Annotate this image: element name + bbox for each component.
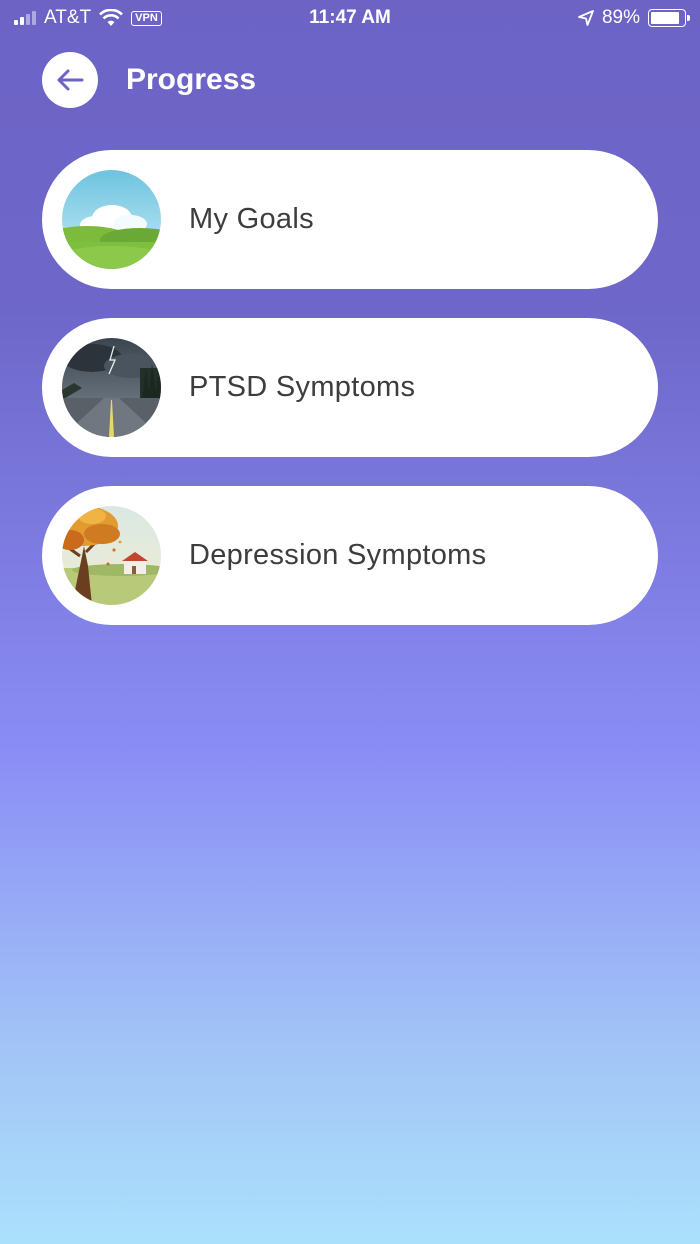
stormy-road-image <box>62 338 161 437</box>
status-bar: AT&T VPN 11:47 AM 89% <box>0 0 700 36</box>
ptsd-symptoms-card[interactable]: PTSD Symptoms <box>42 318 658 457</box>
wifi-icon <box>99 9 124 26</box>
page-title: Progress <box>126 63 257 96</box>
status-left: AT&T VPN <box>14 7 162 29</box>
green-hills-image <box>62 170 161 269</box>
autumn-tree-image <box>62 506 161 605</box>
vpn-badge: VPN <box>131 10 162 26</box>
carrier-label: AT&T <box>44 7 92 28</box>
arrow-left-icon <box>57 69 84 91</box>
ptsd-symptoms-label: PTSD Symptoms <box>189 371 416 403</box>
battery-fill <box>651 12 680 24</box>
back-button[interactable] <box>42 52 98 108</box>
header: Progress <box>42 52 256 108</box>
depression-symptoms-card[interactable]: Depression Symptoms <box>42 486 658 625</box>
location-arrow-icon <box>578 10 594 26</box>
progress-list: My Goals PTSD Symptoms Depression Sympto… <box>42 150 658 654</box>
status-right: 89% <box>578 7 690 29</box>
battery-icon <box>648 9 690 27</box>
signal-icon <box>14 11 36 25</box>
my-goals-card[interactable]: My Goals <box>42 150 658 289</box>
depression-symptoms-label: Depression Symptoms <box>189 539 487 571</box>
my-goals-label: My Goals <box>189 203 314 235</box>
battery-percent: 89% <box>601 7 640 28</box>
